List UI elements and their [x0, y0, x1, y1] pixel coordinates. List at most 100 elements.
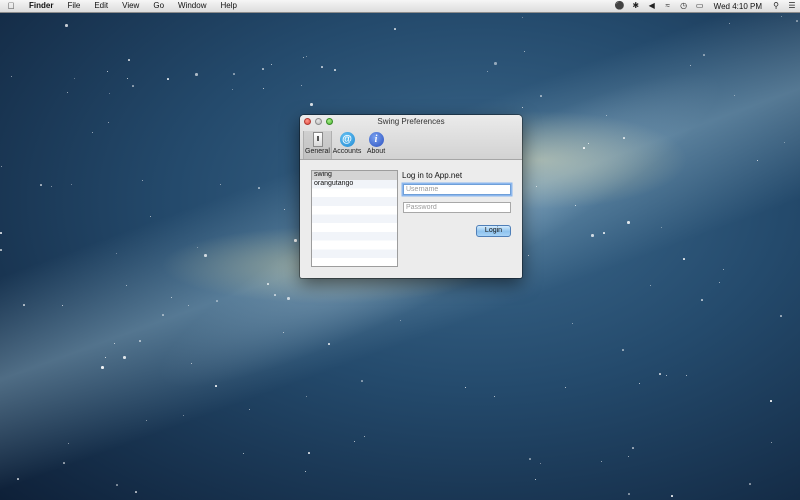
- window-title: Swing Preferences: [377, 117, 445, 126]
- star: [591, 234, 594, 237]
- star: [243, 453, 244, 454]
- account-list[interactable]: swing orangutango: [311, 170, 398, 267]
- battery-icon[interactable]: ▭: [692, 0, 708, 12]
- star: [183, 415, 184, 416]
- star: [162, 314, 164, 316]
- password-field[interactable]: [403, 202, 511, 213]
- star: [107, 71, 108, 72]
- star: [536, 186, 537, 187]
- star: [139, 340, 141, 342]
- star: [249, 409, 250, 410]
- menu-clock[interactable]: Wed 4:10 PM: [708, 2, 768, 11]
- star: [92, 132, 93, 133]
- star: [305, 471, 306, 472]
- star: [321, 66, 323, 68]
- star: [188, 305, 189, 306]
- info-icon: i: [368, 132, 384, 147]
- toolbar-general-label: General: [305, 148, 330, 155]
- star: [204, 254, 207, 257]
- list-item[interactable]: swing: [312, 171, 397, 180]
- username-field[interactable]: [403, 184, 511, 195]
- login-button[interactable]: Login: [476, 225, 511, 237]
- list-item[interactable]: orangutango: [312, 180, 397, 189]
- star: [310, 103, 313, 106]
- star: [274, 294, 276, 296]
- menu-file[interactable]: File: [60, 0, 87, 12]
- toolbar-about[interactable]: i About: [364, 131, 388, 159]
- menu-edit[interactable]: Edit: [87, 0, 115, 12]
- star: [63, 462, 65, 464]
- star: [287, 297, 290, 300]
- menu-window[interactable]: Window: [171, 0, 213, 12]
- time-machine-icon[interactable]: ◷: [676, 0, 692, 12]
- star: [283, 332, 284, 333]
- star: [233, 73, 235, 75]
- notification-center-icon[interactable]: ☰: [784, 0, 800, 12]
- star: [146, 420, 147, 421]
- toolbar-general[interactable]: General: [303, 131, 332, 159]
- star: [729, 23, 730, 24]
- star: [749, 483, 751, 485]
- star: [101, 366, 104, 369]
- star: [671, 495, 673, 497]
- star: [683, 258, 685, 260]
- star: [522, 107, 523, 108]
- star: [116, 484, 118, 486]
- bluetooth-icon[interactable]: ✱: [628, 0, 644, 12]
- star: [771, 442, 772, 443]
- star: [197, 247, 198, 248]
- toolbar-about-label: About: [366, 148, 386, 155]
- star: [354, 441, 355, 442]
- star: [114, 343, 115, 344]
- star: [650, 285, 651, 286]
- star: [308, 452, 310, 454]
- star: [361, 380, 363, 382]
- toolbar-accounts[interactable]: @ Accounts: [332, 131, 362, 159]
- star: [394, 28, 396, 30]
- star: [494, 396, 495, 397]
- star: [128, 59, 130, 61]
- star: [784, 142, 785, 143]
- volume-icon[interactable]: ◀: [644, 0, 660, 12]
- star: [627, 221, 630, 224]
- star: [719, 282, 720, 283]
- menu-go[interactable]: Go: [146, 0, 171, 12]
- star: [109, 93, 110, 94]
- star: [400, 320, 401, 321]
- accessibility-icon[interactable]: ⚫: [612, 0, 628, 12]
- star: [690, 65, 691, 66]
- at-icon: @: [339, 132, 355, 147]
- star: [757, 160, 758, 161]
- star: [195, 73, 198, 76]
- menu-app-name[interactable]: Finder: [22, 0, 60, 12]
- star: [623, 137, 625, 139]
- star: [232, 89, 233, 90]
- star: [528, 255, 529, 256]
- star: [142, 180, 143, 181]
- window-titlebar[interactable]: Swing Preferences General @ Accounts i A…: [300, 115, 522, 160]
- star: [258, 187, 260, 189]
- star: [780, 315, 782, 317]
- star: [65, 24, 68, 27]
- star: [167, 78, 169, 80]
- star: [666, 375, 667, 376]
- star: [303, 57, 304, 58]
- apple-icon[interactable]: : [0, 1, 22, 11]
- wifi-icon[interactable]: ≈: [660, 0, 676, 12]
- star: [540, 463, 541, 464]
- spotlight-icon[interactable]: ⚲: [768, 0, 784, 12]
- preferences-window: Swing Preferences General @ Accounts i A…: [300, 115, 522, 278]
- star: [132, 85, 134, 87]
- star: [294, 239, 297, 242]
- toolbar-accounts-label: Accounts: [332, 148, 362, 155]
- star: [494, 62, 497, 65]
- star: [529, 458, 531, 460]
- star: [17, 478, 19, 480]
- star: [23, 304, 25, 306]
- menu-help[interactable]: Help: [213, 0, 243, 12]
- star: [191, 363, 192, 364]
- star: [127, 78, 128, 79]
- status-area: ⚫ ✱ ◀ ≈ ◷ ▭ Wed 4:10 PM ⚲ ☰: [612, 0, 800, 12]
- star: [575, 205, 576, 206]
- menu-view[interactable]: View: [115, 0, 146, 12]
